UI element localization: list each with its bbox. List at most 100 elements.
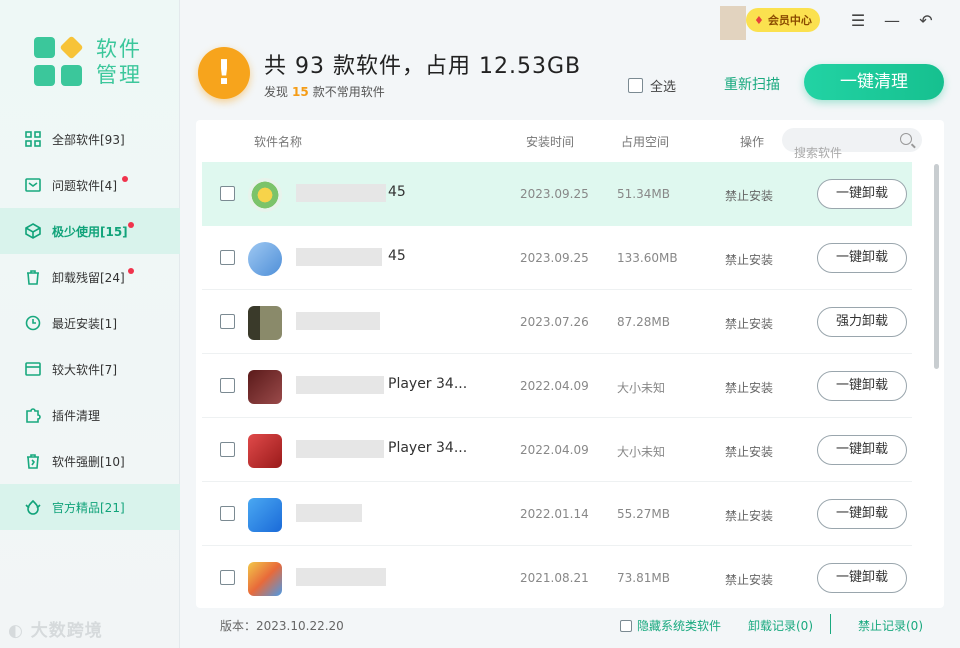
app-logo: 软件管理 <box>34 35 146 88</box>
sidebar-item-recent[interactable]: 最近安装[1] <box>0 300 180 346</box>
scrollbar[interactable] <box>934 164 939 369</box>
premium-icon <box>24 498 42 516</box>
table-row[interactable]: 45 2023.09.25 51.34MB 禁止安装 一键卸载 <box>202 162 912 226</box>
column-action: 操作 <box>740 135 765 149</box>
block-log-link[interactable]: 禁止记录(0) <box>858 617 923 634</box>
app-name: 45 <box>388 184 406 200</box>
watermark: ◐ 大数跨境 <box>8 621 103 641</box>
menu-icon[interactable]: ☰ <box>848 11 868 30</box>
uninstall-button[interactable]: 一键卸载 <box>817 499 907 529</box>
row-checkbox[interactable] <box>220 506 235 521</box>
table-row[interactable]: 2021.08.21 73.81MB 禁止安装 一键卸载 <box>202 546 912 608</box>
vip-center-button[interactable]: ♦ 会员中心 <box>746 8 820 32</box>
diamond-icon: ♦ <box>754 13 764 27</box>
row-checkbox[interactable] <box>220 186 235 201</box>
app-size: 51.34MB <box>617 187 670 201</box>
sidebar-item-force-delete[interactable]: 软件强删[10] <box>0 438 180 484</box>
column-install-time: 安装时间 <box>526 135 575 149</box>
version-label: 版本：2023.10.22.20 <box>220 619 344 633</box>
sidebar-item-plugins[interactable]: 插件清理 <box>0 392 180 438</box>
install-status: 禁止安装 <box>725 189 774 203</box>
install-status: 禁止安装 <box>725 253 774 267</box>
install-status: 禁止安装 <box>725 573 774 587</box>
row-checkbox[interactable] <box>220 442 235 457</box>
app-icon <box>248 370 282 404</box>
sidebar-item-label: 全部软件[93] <box>52 132 125 147</box>
app-name: Player 34... <box>388 440 468 456</box>
rarely-used-count: 15 <box>292 85 309 99</box>
page-title: 共 93 款软件，占用 12.53GB <box>264 54 582 79</box>
hide-system-software[interactable]: 隐藏系统类软件 <box>620 617 721 634</box>
page-subtitle: 发现 15 款不常用软件 <box>264 85 385 99</box>
window-icon <box>24 360 42 378</box>
search-icon <box>900 133 912 145</box>
software-table: 软件名称 安装时间 占用空间 操作 搜索软件 45 2023.09.25 51.… <box>196 120 944 608</box>
uninstall-button[interactable]: 一键卸载 <box>817 435 907 465</box>
install-date: 2021.08.21 <box>520 571 589 585</box>
notification-dot <box>122 176 128 182</box>
sidebar-item-rarely-used[interactable]: 极少使用[15] <box>0 208 180 254</box>
row-checkbox[interactable] <box>220 570 235 585</box>
install-date: 2022.04.09 <box>520 379 589 393</box>
sidebar-item-leftovers[interactable]: 卸载残留[24] <box>0 254 180 300</box>
install-date: 2023.09.25 <box>520 251 589 265</box>
avatar[interactable] <box>720 6 746 40</box>
uninstall-button[interactable]: 一键卸载 <box>817 243 907 273</box>
app-size: 87.28MB <box>617 315 670 329</box>
one-click-clean-button[interactable]: 一键清理 <box>804 64 944 100</box>
app-name: 45 <box>388 248 406 264</box>
sidebar-item-label: 较大软件[7] <box>52 362 117 377</box>
row-checkbox[interactable] <box>220 378 235 393</box>
minimize-icon[interactable]: — <box>882 11 902 30</box>
watermark-logo-icon: ◐ <box>8 621 24 641</box>
notification-dot <box>128 222 134 228</box>
uninstall-log-link[interactable]: 卸载记录(0) <box>748 617 813 634</box>
install-date: 2022.01.14 <box>520 507 589 521</box>
app-size: 73.81MB <box>617 571 670 585</box>
sidebar-item-label: 最近安装[1] <box>52 316 117 331</box>
row-checkbox[interactable] <box>220 250 235 265</box>
table-row[interactable]: 2022.01.14 55.27MB 禁止安装 一键卸载 <box>202 482 912 546</box>
install-date: 2023.09.25 <box>520 187 589 201</box>
sidebar-item-all[interactable]: 全部软件[93] <box>0 116 180 162</box>
uninstall-button[interactable]: 一键卸载 <box>817 371 907 401</box>
sidebar-item-problem[interactable]: 问题软件[4] <box>0 162 180 208</box>
rescan-link[interactable]: 重新扫描 <box>724 74 780 94</box>
install-status: 禁止安装 <box>725 445 774 459</box>
search-input[interactable]: 搜索软件 <box>782 128 922 160</box>
sidebar-item-large[interactable]: 较大软件[7] <box>0 346 180 392</box>
install-status: 禁止安装 <box>725 381 774 395</box>
hide-system-checkbox[interactable] <box>620 619 632 632</box>
divider <box>830 614 831 634</box>
app-icon <box>248 242 282 276</box>
puzzle-icon <box>24 406 42 424</box>
app-icon <box>248 306 282 340</box>
blurred-name <box>296 184 386 202</box>
grid-icon <box>24 130 42 148</box>
sidebar-item-premium[interactable]: 官方精品[21] <box>0 484 180 530</box>
app-icon <box>248 178 282 212</box>
row-checkbox[interactable] <box>220 314 235 329</box>
install-date: 2023.07.26 <box>520 315 589 329</box>
sidebar-item-label: 极少使用[15] <box>52 224 128 239</box>
sidebar-item-label: 官方精品[21] <box>52 500 125 515</box>
table-row[interactable]: 2023.07.26 87.28MB 禁止安装 强力卸载 <box>202 290 912 354</box>
uninstall-button[interactable]: 一键卸载 <box>817 563 907 593</box>
table-row[interactable]: Player 34... 2022.04.09 大小未知 禁止安装 一键卸载 <box>202 418 912 482</box>
app-icon <box>248 498 282 532</box>
sidebar-item-label: 软件强删[10] <box>52 454 125 469</box>
table-row[interactable]: 45 2023.09.25 133.60MB 禁止安装 一键卸载 <box>202 226 912 290</box>
force-uninstall-button[interactable]: 强力卸载 <box>817 307 907 337</box>
clock-icon <box>24 314 42 332</box>
table-row[interactable]: Player 34... 2022.04.09 大小未知 禁止安装 一键卸载 <box>202 354 912 418</box>
uninstall-button[interactable]: 一键卸载 <box>817 179 907 209</box>
back-icon[interactable]: ↶ <box>916 11 936 30</box>
sidebar-item-label: 问题软件[4] <box>52 178 117 193</box>
force-delete-icon <box>24 452 42 470</box>
select-all-checkbox[interactable] <box>628 78 643 93</box>
column-name: 软件名称 <box>254 135 303 149</box>
blurred-name <box>296 376 384 394</box>
blurred-name <box>296 440 384 458</box>
header: ! 共 93 款软件，占用 12.53GB 发现 15 款不常用软件 ♦ 会员中心 … <box>180 0 960 120</box>
select-all[interactable]: 全选 <box>628 76 676 95</box>
